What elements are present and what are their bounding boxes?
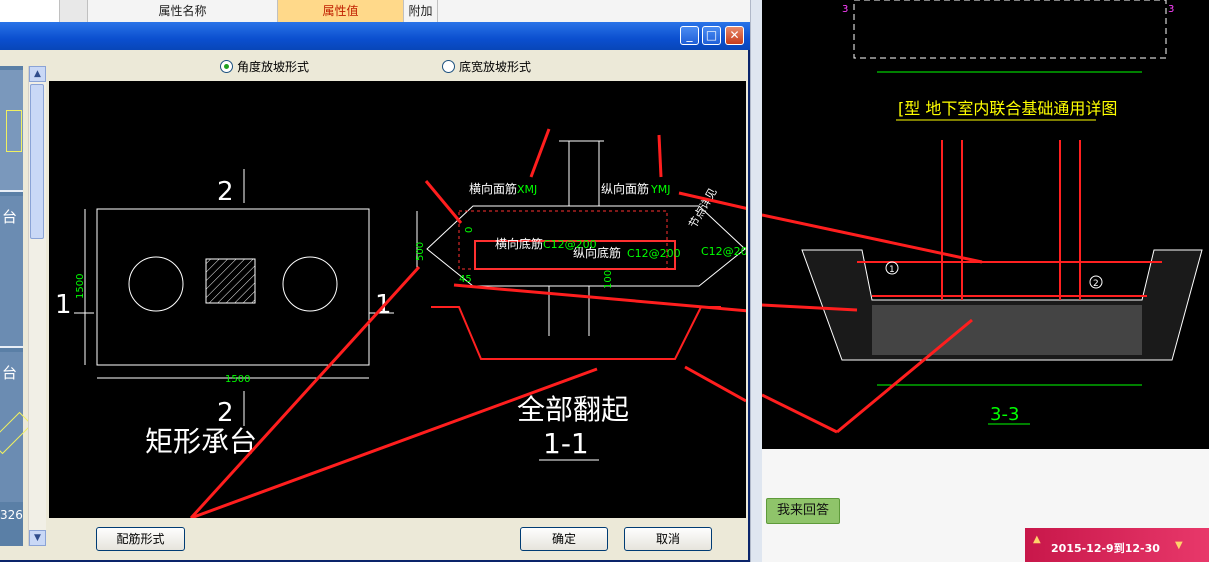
- promo-dropdown-icon[interactable]: ▼: [1175, 540, 1183, 551]
- dim-500: 500: [415, 242, 426, 261]
- label-horizontal-bottom-rebar: 横向底筋: [495, 236, 543, 251]
- col-property-name: 属性名称: [88, 0, 278, 22]
- cancel-button[interactable]: 取消: [624, 527, 712, 551]
- thumbnail-label: 台: [2, 364, 18, 382]
- dim-0: 0: [464, 227, 475, 233]
- thumbnail-item[interactable]: 台: [0, 196, 23, 348]
- thumbnail-scrollbar[interactable]: ▲ ▼: [28, 66, 46, 546]
- thumbnail-item[interactable]: [0, 70, 23, 192]
- pile-circle-left: [128, 256, 184, 312]
- ok-button[interactable]: 确定: [520, 527, 608, 551]
- pile-circle-right: [282, 256, 338, 312]
- section-label-left: 1: [55, 290, 72, 320]
- section-label-bottom: 2: [217, 398, 234, 428]
- shape-thumbnail-list[interactable]: 台 台 326: [0, 66, 33, 546]
- thumbnail-item[interactable]: 台: [0, 352, 33, 502]
- radio-angle-slope[interactable]: 角度放坡形式: [220, 59, 309, 75]
- dialog-titlebar[interactable]: _ □ ✕: [0, 22, 750, 50]
- upper-plan-outline: [853, 0, 1167, 59]
- side-note: 节点详见: [685, 185, 719, 230]
- shape-title: 矩形承台: [145, 425, 257, 458]
- col-property-value: 属性值: [278, 0, 404, 22]
- radio-width-slope[interactable]: 底宽放坡形式: [442, 59, 531, 75]
- arrow-to-xmj: [529, 128, 551, 178]
- reference-detail-image: 3 3 [型 地下室内联合基础通用详图 1 2 3-3: [761, 0, 1209, 449]
- arrow-to-section: [684, 365, 747, 403]
- radio-selected-icon[interactable]: [220, 60, 233, 73]
- ref-arrow-4: [761, 393, 838, 434]
- grid-index-cell: [60, 0, 88, 22]
- scroll-thumb[interactable]: [30, 84, 44, 239]
- col-extra: 附加: [404, 0, 438, 22]
- radio-width-label: 底宽放坡形式: [459, 60, 532, 74]
- reference-drawing: 3 3 [型 地下室内联合基础通用详图 1 2 3-3: [761, 0, 1203, 434]
- section-title: 全部翻起: [517, 393, 629, 426]
- value-horizontal-top-rebar: XMJ: [517, 183, 537, 196]
- dim-45: 45: [459, 274, 472, 285]
- mark-3b: 3: [1168, 4, 1174, 15]
- arrow-to-ymj: [657, 134, 663, 178]
- promo-text: 2015-12-9到12-30: [1051, 542, 1160, 555]
- ref-arrow-1: [761, 213, 983, 264]
- scroll-down-icon[interactable]: ▼: [29, 530, 46, 546]
- close-icon[interactable]: ✕: [725, 26, 744, 45]
- section-name: 1-1: [543, 427, 589, 460]
- column-hatch: [205, 258, 256, 304]
- radio-unselected-icon[interactable]: [442, 60, 455, 73]
- promo-arrow-icon: ▲: [1033, 534, 1041, 545]
- gravel-bed: [872, 305, 1142, 355]
- value-vertical-top-rebar: YMJ: [650, 183, 670, 196]
- circle-mark-1-label: 1: [889, 265, 895, 275]
- grid-left-cell: [0, 0, 60, 22]
- maximize-icon[interactable]: □: [702, 26, 721, 45]
- section-label-top: 2: [217, 177, 234, 207]
- promo-banner[interactable]: ▲ 2015-12-9到12-30 ▼: [1025, 528, 1209, 562]
- answer-button[interactable]: 我来回答: [766, 498, 840, 524]
- minimize-icon[interactable]: _: [680, 26, 699, 45]
- section-33-label: 3-3: [990, 404, 1019, 425]
- thumbnail-shape-icon: [6, 110, 22, 152]
- dialog-client: 台 台 326 ▲ ▼ 角度放坡形式 底宽放坡形式 2 2 1 1500 150…: [0, 50, 755, 560]
- arrow-to-top-rebar: [424, 180, 463, 224]
- label-horizontal-top-rebar: 横向面筋: [469, 181, 517, 196]
- dim-1500-vertical: 1500: [75, 274, 86, 299]
- cad-drawing: 2 2 1 1 1500 1500 矩形承台 500: [55, 128, 755, 520]
- label-vertical-bottom-rebar: 纵向底筋: [573, 245, 621, 260]
- value-side-rebar: C12@200: [701, 245, 746, 258]
- dim-1500-horizontal: 1500: [225, 374, 250, 385]
- mark-3a: 3: [842, 4, 848, 15]
- dialog-window: _ □ ✕ 台 台 326 ▲ ▼ 角度放坡形式 底宽放坡形式 2 2 1 15…: [0, 22, 755, 562]
- detail-title: [型 地下室内联合基础通用详图: [898, 99, 1117, 118]
- radio-angle-label: 角度放坡形式: [237, 60, 310, 74]
- property-grid-header: 属性名称 属性值 附加: [0, 0, 760, 23]
- scroll-up-icon[interactable]: ▲: [29, 66, 46, 82]
- cad-preview-canvas: 2 2 1 1 1500 1500 矩形承台 500: [49, 81, 755, 520]
- arrow-from-button-up: [189, 265, 421, 520]
- excavation-outline: [431, 306, 721, 360]
- label-vertical-top-rebar: 纵向面筋: [601, 181, 649, 196]
- thumbnail-label: 台: [2, 208, 18, 226]
- arrow-to-right-drawing: [453, 283, 750, 313]
- dim-100: 100: [603, 270, 614, 289]
- rebar-form-button[interactable]: 配筋形式: [96, 527, 185, 551]
- thumbnail-count: 326: [0, 508, 23, 522]
- value-vertical-bottom-rebar: C12@200: [627, 247, 681, 260]
- circle-mark-2-label: 2: [1093, 279, 1099, 289]
